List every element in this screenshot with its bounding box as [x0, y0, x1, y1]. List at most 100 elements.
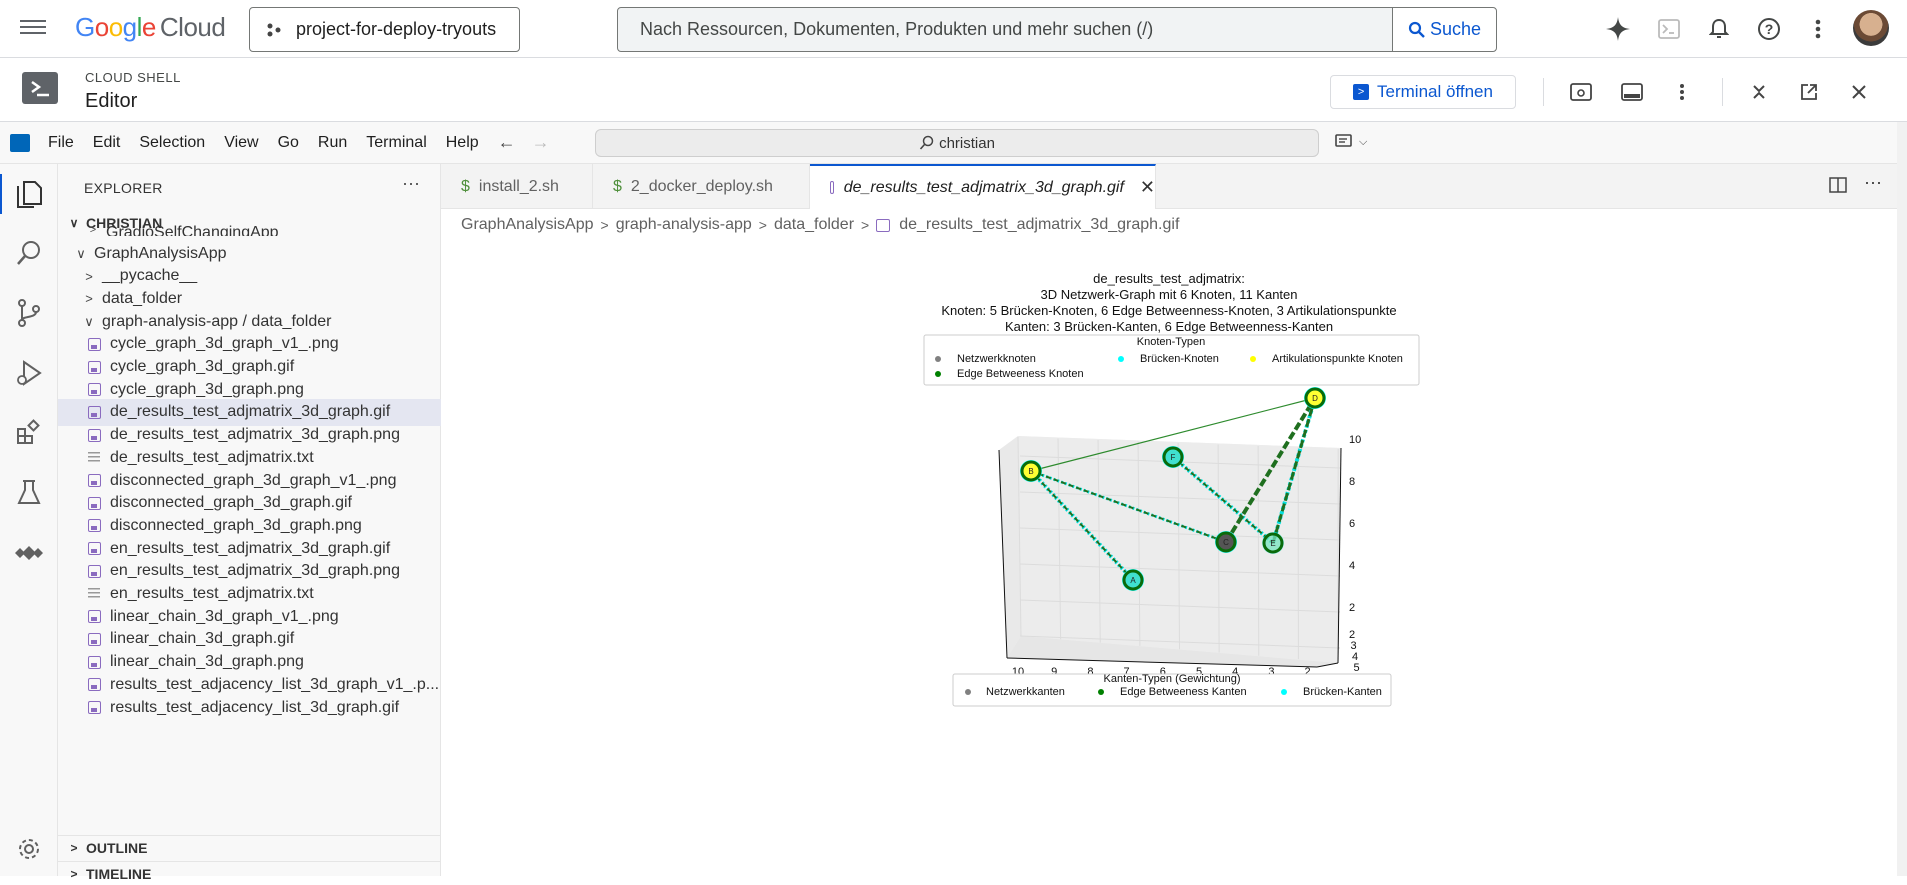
- breadcrumb-item[interactable]: de_results_test_adjmatrix_3d_graph.gif: [899, 216, 1179, 234]
- menu-go[interactable]: Go: [278, 134, 299, 152]
- close-icon[interactable]: [1845, 78, 1873, 106]
- file-tree-item-label: en_results_test_adjmatrix.txt: [110, 585, 314, 603]
- menu-help[interactable]: Help: [446, 134, 479, 152]
- back-arrow-icon[interactable]: ←: [498, 132, 516, 153]
- close-icon[interactable]: ✕: [1140, 177, 1155, 198]
- explorer-sidebar: EXPLORER ⋯ ∨ CHRISTIAN > GradioSelfChang…: [58, 164, 441, 876]
- menu-icon[interactable]: [20, 16, 46, 42]
- divider: [1543, 78, 1544, 106]
- chevron-right-icon: >: [62, 867, 86, 881]
- chevron-right-icon: >: [62, 841, 86, 855]
- search-button[interactable]: Suche: [1392, 8, 1496, 51]
- notifications-icon[interactable]: [1702, 12, 1736, 46]
- file-tree-item-label: de_results_test_adjmatrix_3d_graph.png: [110, 426, 400, 444]
- window-scrollbar[interactable]: [1897, 122, 1907, 876]
- file-tree-item-label: GraphAnalysisApp: [94, 245, 227, 263]
- open-terminal-button[interactable]: > Terminal öffnen: [1330, 75, 1516, 109]
- legend-label: Edge Betweeness Knoten: [957, 368, 1084, 380]
- image-file-icon: [88, 610, 101, 623]
- minimize-icon[interactable]: [1745, 78, 1773, 106]
- forward-arrow-icon[interactable]: →: [532, 132, 550, 153]
- chat-icon: [1335, 133, 1355, 151]
- open-new-window-icon[interactable]: [1795, 78, 1823, 106]
- menu-run[interactable]: Run: [318, 134, 347, 152]
- graph-node: E: [1262, 532, 1284, 554]
- image-file-icon: [88, 497, 101, 510]
- search-input[interactable]: Nach Ressourcen, Dokumenten, Produkten u…: [618, 8, 1392, 51]
- file-tree-item[interactable]: results_test_adjacency_list_3d_graph.gif: [58, 694, 441, 721]
- file-tree-item-label: disconnected_graph_3d_graph.png: [110, 517, 362, 535]
- google-cloud-logo[interactable]: GoogleCloud: [75, 12, 225, 43]
- image-file-icon: [88, 565, 101, 578]
- node-legend: Knoten-Typen Netzwerkknoten Brücken-Knot…: [924, 335, 1419, 385]
- shell-file-icon: $: [613, 178, 622, 196]
- menu-bar: File Edit Selection View Go Run Terminal…: [0, 122, 1897, 164]
- file-tree-item-label: disconnected_graph_3d_graph.gif: [110, 494, 352, 512]
- shell-file-icon: $: [461, 178, 470, 196]
- command-center[interactable]: christian: [595, 129, 1319, 157]
- file-tree-item-label: cycle_graph_3d_graph.png: [110, 381, 304, 399]
- image-file-icon: [88, 429, 101, 442]
- outline-section-header[interactable]: > OUTLINE: [58, 835, 441, 859]
- file-tree-item-label: en_results_test_adjmatrix_3d_graph.png: [110, 562, 400, 580]
- chevron-right-icon: >: [601, 217, 609, 233]
- legend-label: Netzwerkkanten: [986, 686, 1065, 698]
- avatar[interactable]: [1853, 10, 1889, 46]
- file-tree-item-label: de_results_test_adjmatrix.txt: [110, 449, 314, 467]
- source-control-icon[interactable]: [14, 298, 44, 328]
- more-vert-icon[interactable]: [1801, 12, 1835, 46]
- breadcrumb-item[interactable]: graph-analysis-app: [616, 216, 752, 234]
- menu-selection[interactable]: Selection: [139, 134, 205, 152]
- image-file-icon: [88, 519, 101, 532]
- search-icon[interactable]: [14, 238, 44, 268]
- tab-graph-gif[interactable]: de_results_test_adjmatrix_3d_graph.gif ✕: [810, 164, 1156, 209]
- more-actions-icon[interactable]: ⋯: [1864, 173, 1882, 194]
- menu-view[interactable]: View: [224, 134, 258, 152]
- gemini-icon[interactable]: [1601, 12, 1635, 46]
- project-selector[interactable]: project-for-deploy-tryouts: [249, 7, 520, 52]
- editor-logo-icon: [10, 134, 30, 152]
- chevron-right-icon: >: [84, 224, 102, 236]
- file-tree-item-label: cycle_graph_3d_graph_v1_.png: [110, 335, 339, 353]
- graph-figure: de_results_test_adjmatrix: 3D Netzwerk-G…: [441, 240, 1897, 876]
- breadcrumb-item[interactable]: GraphAnalysisApp: [461, 216, 594, 234]
- split-editor-icon[interactable]: [1829, 177, 1847, 198]
- tab-install-2[interactable]: $ install_2.sh: [441, 164, 593, 209]
- legend-label: Edge Betweeness Kanten: [1120, 686, 1247, 698]
- settings-gear-icon[interactable]: [14, 834, 44, 864]
- file-tree-item-label: linear_chain_3d_graph.png: [110, 653, 304, 671]
- legend-marker: [935, 371, 941, 377]
- tab-docker-deploy[interactable]: $ 2_docker_deploy.sh: [593, 164, 810, 209]
- extensions-icon[interactable]: [14, 418, 44, 448]
- menu-file[interactable]: File: [48, 134, 74, 152]
- z-tick-label: 4: [1349, 560, 1355, 572]
- node-label: D: [1312, 394, 1318, 403]
- legend-marker: [1098, 689, 1104, 695]
- editor-tabs: $ install_2.sh $ 2_docker_deploy.sh de_r…: [441, 164, 1897, 209]
- chevron-right-icon: >: [80, 269, 98, 284]
- menu-terminal[interactable]: Terminal: [366, 134, 426, 152]
- cloud-shell-label: CLOUD SHELL: [85, 70, 181, 85]
- list-item[interactable]: > GradioSelfChangingApp: [58, 223, 441, 236]
- search-icon: [919, 135, 935, 151]
- testing-icon[interactable]: [14, 478, 44, 508]
- graph-node: C: [1215, 531, 1237, 553]
- search-bar[interactable]: Nach Ressourcen, Dokumenten, Produkten u…: [617, 7, 1497, 52]
- more-actions-icon[interactable]: ⋯: [402, 174, 420, 195]
- node-label: E: [1270, 539, 1275, 548]
- layout-icon[interactable]: [1618, 78, 1646, 106]
- copilot-dropdown[interactable]: ⌵: [1335, 133, 1367, 151]
- image-file-icon: [88, 406, 101, 419]
- web-preview-icon[interactable]: [1567, 78, 1595, 106]
- help-icon[interactable]: ?: [1752, 12, 1786, 46]
- menu-edit[interactable]: Edit: [93, 134, 121, 152]
- image-file-icon: [88, 338, 101, 351]
- run-debug-icon[interactable]: [14, 358, 44, 388]
- explorer-icon[interactable]: [14, 178, 44, 208]
- legend-marker: [935, 356, 941, 362]
- breadcrumb-item[interactable]: data_folder: [774, 216, 854, 234]
- cloud-shell-icon[interactable]: [1652, 12, 1686, 46]
- cloud-code-icon[interactable]: [14, 538, 44, 568]
- timeline-section-header[interactable]: > TIMELINE: [58, 861, 441, 885]
- more-options-icon[interactable]: [1668, 78, 1696, 106]
